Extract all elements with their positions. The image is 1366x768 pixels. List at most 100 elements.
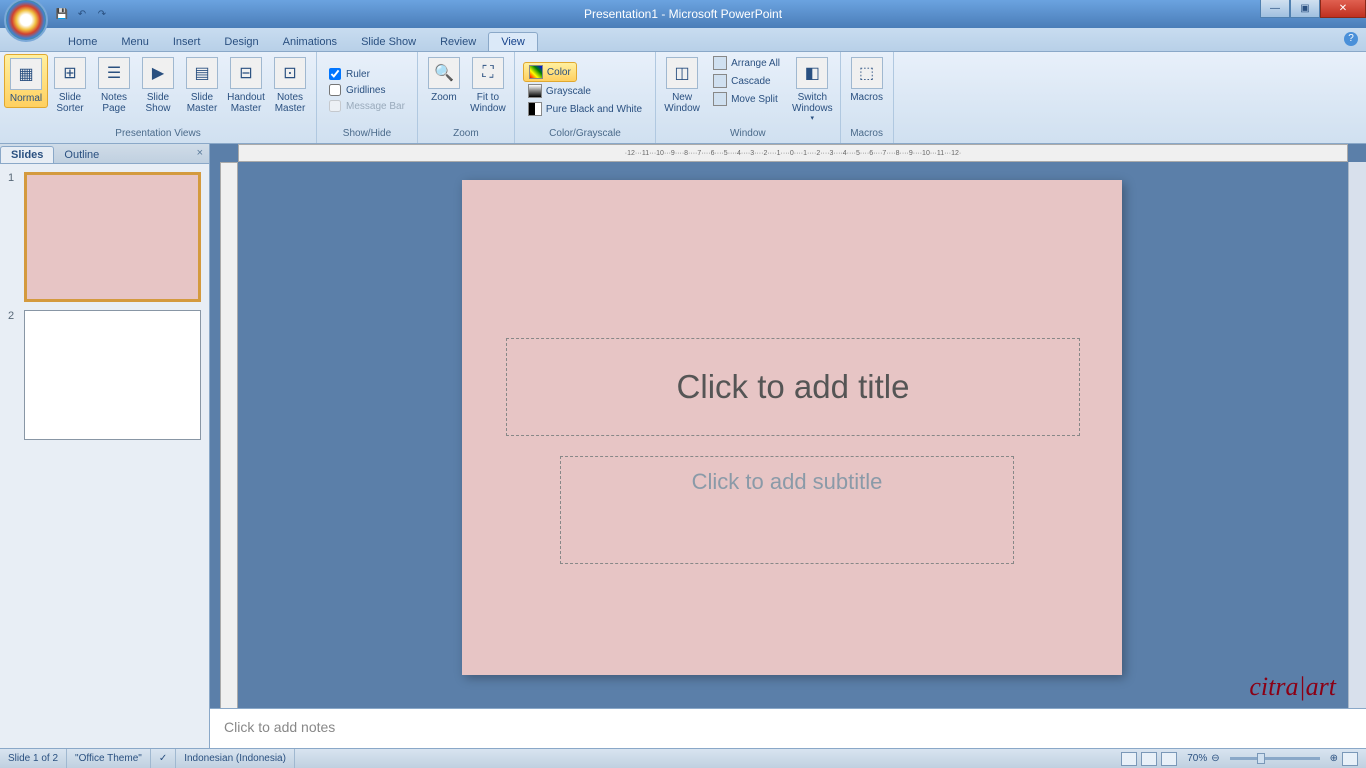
group-label: Window <box>660 126 836 141</box>
subtitle-placeholder[interactable]: Click to add subtitle <box>560 456 1014 564</box>
slide-master-icon: ▤ <box>186 57 218 89</box>
help-icon[interactable]: ? <box>1344 32 1358 46</box>
vertical-scrollbar[interactable] <box>1348 162 1366 748</box>
ruler-checkbox[interactable]: Ruler <box>325 66 374 82</box>
new-window-button[interactable]: ◫New Window <box>660 54 704 117</box>
maximize-button[interactable]: ▣ <box>1290 0 1320 18</box>
handout-master-icon: ⊟ <box>230 57 262 89</box>
arrange-all-button[interactable]: Arrange All <box>708 54 785 72</box>
zoom-out-button[interactable]: ⊖ <box>1211 753 1219 764</box>
switch-icon: ◧ <box>796 57 828 89</box>
black-white-button[interactable]: Pure Black and White <box>523 100 647 118</box>
message-bar-checkbox: Message Bar <box>325 98 409 114</box>
slide-sorter-button[interactable]: ⊞Slide Sorter <box>48 54 92 117</box>
group-presentation-views: ▦Normal ⊞Slide Sorter ☰Notes Page ▶Slide… <box>0 52 317 143</box>
tab-animations[interactable]: Animations <box>271 33 349 51</box>
thumb-row[interactable]: 1 <box>8 172 201 302</box>
theme-name: "Office Theme" <box>67 749 151 768</box>
switch-windows-button[interactable]: ◧Switch Windows▾ <box>789 54 836 125</box>
notes-pane[interactable]: Click to add notes <box>210 708 1366 748</box>
statusbar: Slide 1 of 2 "Office Theme" ✓ Indonesian… <box>0 748 1366 768</box>
slideshow-icon: ▶ <box>142 57 174 89</box>
slide-master-button[interactable]: ▤Slide Master <box>180 54 224 117</box>
macros-icon: ⬚ <box>851 57 883 89</box>
cascade-button[interactable]: Cascade <box>708 72 785 90</box>
zoom-level: 70% <box>1187 753 1207 764</box>
vertical-ruler[interactable] <box>220 162 238 748</box>
horizontal-ruler[interactable]: ·12···11···10···9····8····7····6····5···… <box>238 144 1348 162</box>
tab-insert[interactable]: Insert <box>161 33 213 51</box>
tab-menu[interactable]: Menu <box>109 33 161 51</box>
workspace: Slides Outline × 1 2 ·12···11···10···9··… <box>0 144 1366 748</box>
normal-button[interactable]: ▦Normal <box>4 54 48 108</box>
color-icon <box>529 65 543 79</box>
group-zoom: 🔍Zoom ⛶Fit to Window Zoom <box>418 52 515 143</box>
undo-icon[interactable]: ↶ <box>74 6 90 22</box>
window-title: Presentation1 - Microsoft PowerPoint <box>584 7 782 21</box>
office-button[interactable] <box>4 0 48 42</box>
color-button[interactable]: Color <box>523 62 577 82</box>
ribbon-tabs: Home Menu Insert Design Animations Slide… <box>0 28 1366 52</box>
grayscale-button[interactable]: Grayscale <box>523 82 596 100</box>
tab-review[interactable]: Review <box>428 33 488 51</box>
group-macros: ⬚Macros Macros <box>841 52 894 143</box>
language-indicator[interactable]: Indonesian (Indonesia) <box>176 749 295 768</box>
group-label: Zoom <box>422 126 510 141</box>
window-controls: — ▣ ✕ <box>1260 0 1366 18</box>
tab-outline[interactable]: Outline <box>54 147 109 163</box>
gridlines-checkbox[interactable]: Gridlines <box>325 82 389 98</box>
titlebar: 💾 ↶ ↷ Presentation1 - Microsoft PowerPoi… <box>0 0 1366 28</box>
fit-window-button[interactable]: ⛶Fit to Window <box>466 54 510 117</box>
fit-view-icon[interactable] <box>1342 752 1358 766</box>
normal-icon: ▦ <box>10 58 42 90</box>
notes-master-icon: ⊡ <box>274 57 306 89</box>
thumb-row[interactable]: 2 <box>8 310 201 440</box>
thumb-number: 2 <box>8 310 18 440</box>
cascade-icon <box>713 74 727 88</box>
zoom-button[interactable]: 🔍Zoom <box>422 54 466 106</box>
tab-view[interactable]: View <box>488 32 538 51</box>
minimize-button[interactable]: — <box>1260 0 1290 18</box>
split-icon <box>713 92 727 106</box>
zoom-in-button[interactable]: ⊕ <box>1330 753 1338 764</box>
tab-slideshow[interactable]: Slide Show <box>349 33 428 51</box>
panel-close-icon[interactable]: × <box>197 147 203 159</box>
zoom-slider[interactable] <box>1230 757 1320 760</box>
tab-design[interactable]: Design <box>212 33 270 51</box>
group-label: Color/Grayscale <box>519 126 651 141</box>
handout-master-button[interactable]: ⊟Handout Master <box>224 54 268 117</box>
new-window-icon: ◫ <box>666 57 698 89</box>
sorter-view-icon[interactable] <box>1141 752 1157 766</box>
tab-slides[interactable]: Slides <box>0 146 54 163</box>
arrange-icon <box>713 56 727 70</box>
save-icon[interactable]: 💾 <box>54 6 70 22</box>
normal-view-icon[interactable] <box>1121 752 1137 766</box>
slide-editor: ·12···11···10···9····8····7····6····5···… <box>210 144 1366 748</box>
group-show-hide: Ruler Gridlines Message Bar Show/Hide <box>317 52 418 143</box>
watermark: citra|art <box>1249 672 1336 702</box>
thumbnail-2[interactable] <box>24 310 201 440</box>
panel-tabs: Slides Outline × <box>0 144 209 164</box>
thumbnail-1[interactable] <box>24 172 201 302</box>
fit-icon: ⛶ <box>472 57 504 89</box>
notes-master-button[interactable]: ⊡Notes Master <box>268 54 312 117</box>
slide-canvas[interactable]: Click to add title Click to add subtitle <box>462 180 1122 675</box>
spellcheck-icon[interactable]: ✓ <box>151 749 176 768</box>
slide-counter: Slide 1 of 2 <box>0 749 67 768</box>
macros-button[interactable]: ⬚Macros <box>845 54 889 106</box>
redo-icon[interactable]: ↷ <box>94 6 110 22</box>
tab-home[interactable]: Home <box>56 33 109 51</box>
group-label: Macros <box>845 126 889 141</box>
slide-show-button[interactable]: ▶Slide Show <box>136 54 180 117</box>
close-button[interactable]: ✕ <box>1320 0 1366 18</box>
zoom-slider-thumb[interactable] <box>1257 753 1265 764</box>
notes-page-icon: ☰ <box>98 57 130 89</box>
grayscale-icon <box>528 84 542 98</box>
move-split-button[interactable]: Move Split <box>708 90 785 108</box>
slideshow-view-icon[interactable] <box>1161 752 1177 766</box>
notes-page-button[interactable]: ☰Notes Page <box>92 54 136 117</box>
thumb-number: 1 <box>8 172 18 302</box>
title-placeholder[interactable]: Click to add title <box>506 338 1080 436</box>
thumbnail-list: 1 2 <box>0 164 209 748</box>
group-color-grayscale: Color Grayscale Pure Black and White Col… <box>515 52 656 143</box>
